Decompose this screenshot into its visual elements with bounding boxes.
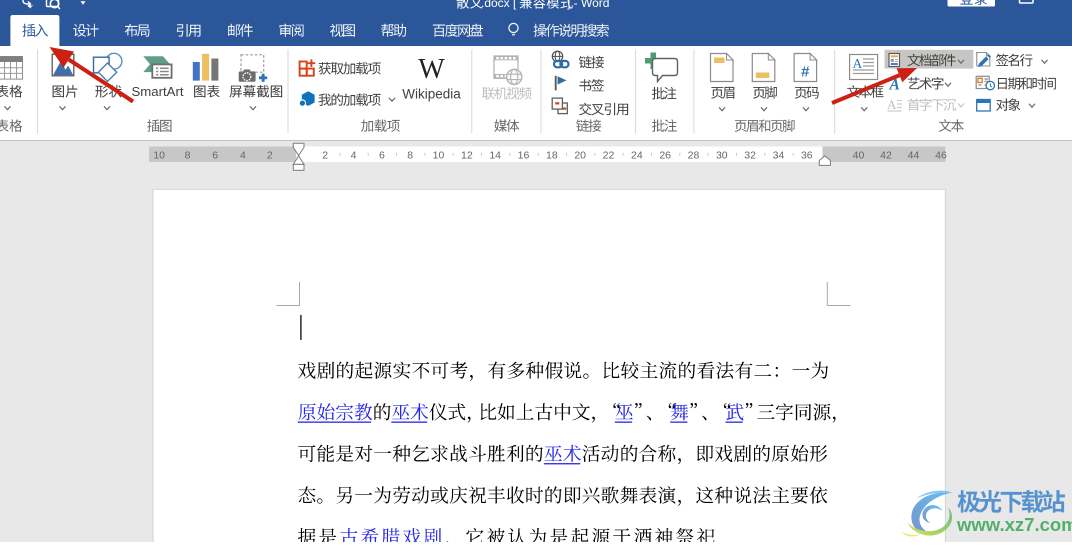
svg-text:W: W — [418, 54, 445, 85]
svg-text:6: 6 — [379, 149, 385, 161]
svg-text:18: 18 — [546, 149, 558, 161]
svg-text:46: 46 — [935, 149, 947, 161]
svg-text:Wikipedia: Wikipedia — [402, 87, 461, 102]
svg-text:10: 10 — [433, 149, 445, 161]
svg-text:12: 12 — [461, 149, 473, 161]
svg-text:16: 16 — [518, 149, 530, 161]
svg-text:www.xz7.com: www.xz7.com — [956, 514, 1072, 535]
svg-text:42: 42 — [880, 149, 892, 161]
svg-text:4: 4 — [240, 149, 246, 161]
svg-text:#: # — [801, 64, 810, 81]
svg-text:.docx [: .docx [ — [481, 0, 517, 10]
svg-text:36: 36 — [801, 149, 813, 161]
svg-text:2: 2 — [267, 149, 273, 161]
svg-text:32: 32 — [744, 149, 756, 161]
svg-text:6: 6 — [212, 149, 218, 161]
svg-text:44: 44 — [908, 149, 920, 161]
svg-text:4: 4 — [351, 149, 357, 161]
svg-text:26: 26 — [659, 149, 671, 161]
svg-text:8: 8 — [407, 149, 413, 161]
svg-text:40: 40 — [853, 149, 865, 161]
svg-text:] - Word: ] - Word — [567, 0, 609, 10]
svg-text:22: 22 — [603, 149, 615, 161]
svg-text:24: 24 — [631, 149, 643, 161]
svg-text:34: 34 — [773, 149, 785, 161]
svg-text:30: 30 — [716, 149, 728, 161]
svg-text:10: 10 — [153, 149, 165, 161]
svg-text:2: 2 — [322, 149, 328, 161]
svg-text:14: 14 — [489, 149, 501, 161]
svg-text:28: 28 — [688, 149, 700, 161]
svg-text:20: 20 — [574, 149, 586, 161]
svg-text:A: A — [887, 97, 897, 112]
svg-text:8: 8 — [185, 149, 191, 161]
svg-text:SmartArt: SmartArt — [132, 84, 184, 99]
svg-text:A: A — [853, 56, 863, 71]
